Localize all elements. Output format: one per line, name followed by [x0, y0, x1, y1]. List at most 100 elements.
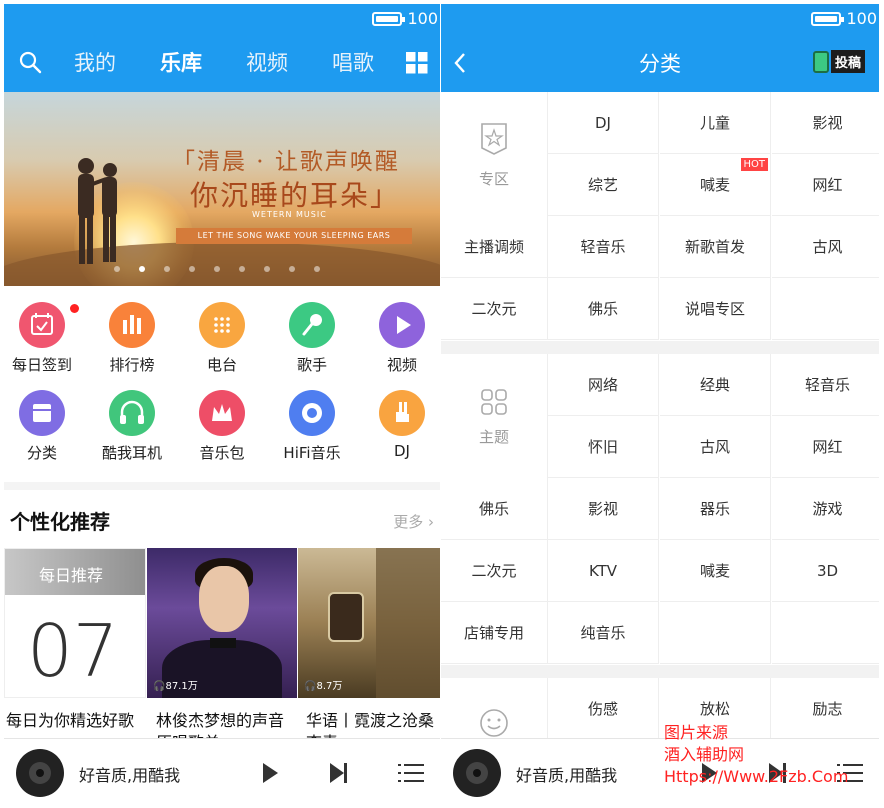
top-nav: 分类 投稿: [441, 32, 879, 92]
category-cell[interactable]: 佛乐: [441, 478, 548, 540]
grid-menu-icon[interactable]: [406, 52, 428, 78]
banner-headline: 「清晨 · 让歌声唤醒: [172, 149, 400, 175]
upload-button[interactable]: 投稿: [813, 50, 866, 73]
headphones-icon: [109, 390, 155, 436]
tab-library[interactable]: 乐库: [160, 47, 202, 77]
feature-video[interactable]: 视频: [357, 302, 440, 375]
category-screen: 100 分类 投稿 专区 DJ 儿童 影视 综艺 喊麦 HOT 网红 主播调频 …: [441, 4, 879, 804]
section-side: 专区: [441, 92, 548, 216]
category-cell[interactable]: 影视: [772, 92, 879, 154]
banner-dot[interactable]: [289, 266, 295, 272]
watermark-line: 酒入辅助网: [664, 745, 745, 764]
promo-banner[interactable]: 「清晨 · 让歌声唤醒 你沉睡的耳朵」 WETERN MUSIC LET THE…: [4, 92, 440, 286]
category-section-zone: 专区 DJ 儿童 影视 综艺 喊麦 HOT 网红 主播调频 轻音乐 新歌首发 古…: [441, 92, 879, 341]
category-cell[interactable]: 轻音乐: [772, 354, 879, 416]
feature-category[interactable]: 分类: [4, 390, 87, 463]
category-cell[interactable]: 轻音乐: [548, 216, 659, 278]
category-cell[interactable]: 古风: [772, 216, 879, 278]
category-cell[interactable]: KTV: [548, 540, 659, 602]
category-cell[interactable]: 综艺: [548, 154, 659, 216]
section-divider: [441, 341, 879, 354]
section-divider: [441, 665, 879, 678]
category-section-theme: 主题 网络 经典 轻音乐 怀旧 古风 网红 佛乐 影视 器乐 游戏 二次元 KT…: [441, 354, 879, 665]
category-cell[interactable]: 网络: [548, 354, 659, 416]
category-cell[interactable]: 伤感: [548, 678, 659, 740]
category-cell[interactable]: 游戏: [772, 478, 879, 540]
tab-video[interactable]: 视频: [246, 47, 288, 77]
category-cell[interactable]: 纯音乐: [548, 602, 659, 664]
feature-hifi[interactable]: HiFi音乐: [267, 390, 357, 463]
page-title: 分类: [639, 52, 681, 76]
bar-chart-icon: [109, 302, 155, 348]
category-cell[interactable]: 店铺专用: [441, 602, 548, 664]
feature-singers[interactable]: 歌手: [267, 302, 357, 375]
battery-icon: [811, 11, 845, 26]
feature-headphones[interactable]: 酷我耳机: [87, 390, 177, 463]
mini-player[interactable]: 好音质,用酷我: [4, 738, 440, 804]
banner-dot[interactable]: [214, 266, 220, 272]
back-icon[interactable]: [453, 52, 467, 78]
banner-dot[interactable]: [164, 266, 170, 272]
category-cell[interactable]: 说唱专区: [660, 278, 771, 340]
tab-mine[interactable]: 我的: [74, 47, 116, 77]
category-cell[interactable]: 器乐: [660, 478, 771, 540]
category-cell[interactable]: 3D: [772, 540, 879, 602]
headphones-icon: 🎧: [304, 681, 317, 692]
tab-sing[interactable]: 唱歌: [332, 47, 374, 77]
battery-level: 100: [407, 9, 438, 28]
feature-label: 排行榜: [109, 356, 155, 374]
next-track-icon[interactable]: [328, 761, 350, 789]
category-cell[interactable]: 儿童: [660, 92, 771, 154]
playlist-icon[interactable]: [398, 761, 424, 789]
category-cell[interactable]: 网红: [772, 154, 879, 216]
album-disc-icon[interactable]: [16, 749, 64, 797]
battery-level: 100: [846, 9, 877, 28]
category-cell[interactable]: 主播调频: [441, 216, 548, 278]
category-cell[interactable]: 影视: [548, 478, 659, 540]
play-count: 🎧8.7万: [304, 677, 342, 692]
category-cell[interactable]: 佛乐: [548, 278, 659, 340]
play-icon[interactable]: [260, 761, 280, 789]
category-cell[interactable]: 怀旧: [548, 416, 659, 478]
section-side: [441, 678, 548, 740]
feature-grid: 每日签到 排行榜 电台 歌手 视频 分类 酷我耳机 音乐包 HiFi音乐 DJ: [4, 286, 440, 482]
category-cell[interactable]: 新歌首发: [660, 216, 771, 278]
feature-label: 音乐包: [199, 444, 245, 462]
category-cell-hot[interactable]: 喊麦 HOT: [660, 154, 771, 216]
category-cell[interactable]: 网红: [772, 416, 879, 478]
section-label: 主题: [478, 428, 509, 446]
category-cell-empty: [772, 278, 879, 340]
category-cell[interactable]: 经典: [660, 354, 771, 416]
album-disc-icon[interactable]: [453, 749, 501, 797]
daily-recommend-card[interactable]: 每日推荐 07: [4, 548, 146, 698]
category-cell[interactable]: 古风: [660, 416, 771, 478]
feature-music-pack[interactable]: 音乐包: [177, 390, 267, 463]
section-label: 专区: [478, 170, 509, 188]
cover-face: [199, 566, 249, 632]
category-cell[interactable]: 二次元: [441, 540, 548, 602]
play-icon: [379, 302, 425, 348]
status-bar: 100: [441, 4, 879, 32]
playlist-card[interactable]: 🎧87.1万: [147, 548, 297, 698]
banner-dot[interactable]: [264, 266, 270, 272]
banner-dot[interactable]: [114, 266, 120, 272]
banner-dot[interactable]: [239, 266, 245, 272]
upload-icon: [813, 50, 829, 73]
playlist-card[interactable]: 🎧8.7万: [298, 548, 440, 698]
feature-dj[interactable]: DJ: [357, 390, 440, 460]
category-cell[interactable]: 喊麦: [660, 540, 771, 602]
cover-sign: [328, 592, 364, 642]
category-cell[interactable]: 二次元: [441, 278, 548, 340]
feature-radio[interactable]: 电台: [177, 302, 267, 375]
category-label: 喊麦: [699, 176, 730, 194]
banner-tag: WETERN MUSIC: [252, 210, 327, 219]
category-cell[interactable]: DJ: [548, 92, 659, 154]
feature-label: 视频: [386, 356, 417, 374]
status-bar: 100: [4, 4, 440, 32]
banner-dot[interactable]: [189, 266, 195, 272]
banner-dot-active[interactable]: [139, 266, 145, 272]
feature-charts[interactable]: 排行榜: [87, 302, 177, 375]
banner-dot[interactable]: [314, 266, 320, 272]
play-count: 🎧87.1万: [153, 677, 198, 692]
more-link[interactable]: 更多 ›: [393, 511, 434, 532]
